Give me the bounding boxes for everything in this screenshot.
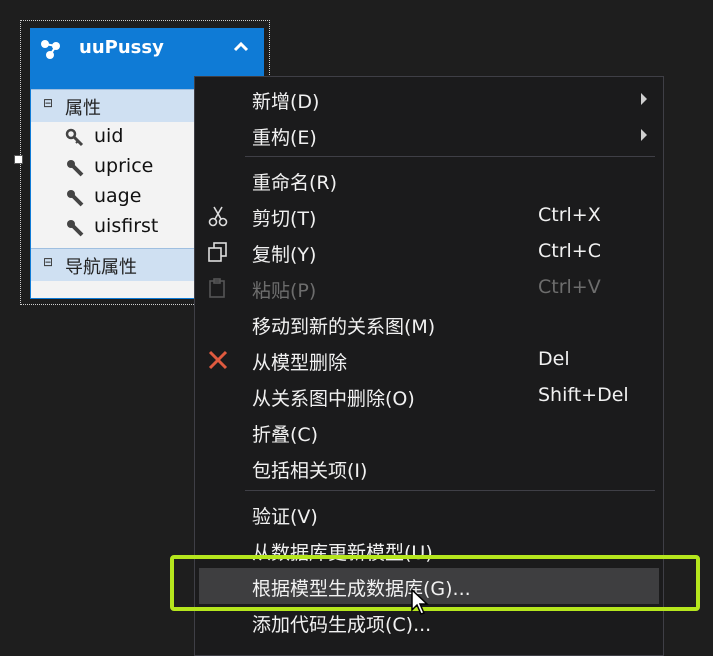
menu-item-label: 添加代码生成项(C)...	[252, 614, 432, 636]
collapse-minus-icon[interactable]: ⊟	[43, 255, 53, 269]
menu-item-shortcut: Ctrl+V	[538, 276, 601, 298]
resize-handle[interactable]	[14, 155, 23, 164]
scissors-icon	[208, 206, 228, 227]
menu-item-label: 移动到新的关系图(M)	[252, 316, 436, 338]
menu-item-shortcut: Shift+Del	[538, 384, 629, 406]
menu-item-validate[interactable]: 验证(V)	[195, 496, 663, 532]
menu-item-label: 粘贴(P)	[252, 280, 317, 302]
navigation-section-label: 导航属性	[65, 257, 137, 278]
submenu-arrow-icon	[641, 93, 647, 105]
entity-title: uuPussy	[79, 37, 164, 58]
menu-separator	[245, 156, 655, 157]
wrench-icon	[67, 160, 84, 177]
menu-item-delete-from-model[interactable]: 从模型删除 Del	[195, 342, 663, 378]
menu-item-paste[interactable]: 粘贴(P) Ctrl+V	[195, 270, 663, 306]
menu-item-label: 重命名(R)	[252, 172, 338, 194]
menu-item-move-to-diagram[interactable]: 移动到新的关系图(M)	[195, 306, 663, 342]
menu-item-shortcut: Ctrl+C	[538, 240, 601, 262]
wrench-icon	[67, 220, 84, 237]
menu-item-collapse[interactable]: 折叠(C)	[195, 414, 663, 450]
property-name: uid	[94, 125, 124, 147]
menu-item-label: 重构(E)	[252, 127, 317, 149]
property-name: uage	[94, 185, 142, 207]
menu-item-include-related[interactable]: 包括相关项(I)	[195, 450, 663, 486]
menu-item-add[interactable]: 新增(D)	[195, 81, 663, 117]
menu-item-label: 包括相关项(I)	[252, 460, 368, 482]
mouse-cursor-icon	[411, 588, 429, 615]
menu-item-refactor[interactable]: 重构(E)	[195, 117, 663, 153]
highlight-box	[170, 555, 700, 611]
collapse-chevron-icon[interactable]	[231, 37, 251, 57]
key-icon	[65, 128, 84, 147]
menu-item-label: 新增(D)	[252, 91, 320, 113]
wrench-icon	[67, 190, 84, 207]
property-name: uprice	[94, 155, 154, 177]
menu-item-label: 复制(Y)	[252, 244, 317, 266]
entity-icon	[41, 40, 60, 59]
menu-item-label: 从关系图中删除(O)	[252, 388, 415, 410]
delete-icon	[208, 350, 228, 370]
submenu-arrow-icon	[641, 129, 647, 141]
menu-item-delete-from-diagram[interactable]: 从关系图中删除(O) Shift+Del	[195, 378, 663, 414]
menu-item-copy[interactable]: 复制(Y) Ctrl+C	[195, 234, 663, 270]
property-name: uisfirst	[94, 215, 159, 237]
menu-separator	[245, 490, 655, 491]
menu-item-rename[interactable]: 重命名(R)	[195, 162, 663, 198]
menu-item-shortcut: Del	[538, 348, 570, 370]
menu-item-label: 剪切(T)	[252, 208, 317, 230]
copy-icon	[208, 242, 227, 262]
menu-item-label: 折叠(C)	[252, 424, 319, 446]
menu-item-label: 验证(V)	[252, 506, 318, 528]
collapse-minus-icon[interactable]: ⊟	[43, 96, 53, 110]
menu-item-cut[interactable]: 剪切(T) Ctrl+X	[195, 198, 663, 234]
paste-icon	[209, 278, 225, 298]
menu-item-label: 从模型删除	[252, 352, 348, 374]
menu-item-shortcut: Ctrl+X	[538, 204, 601, 226]
properties-section-label: 属性	[65, 98, 101, 119]
